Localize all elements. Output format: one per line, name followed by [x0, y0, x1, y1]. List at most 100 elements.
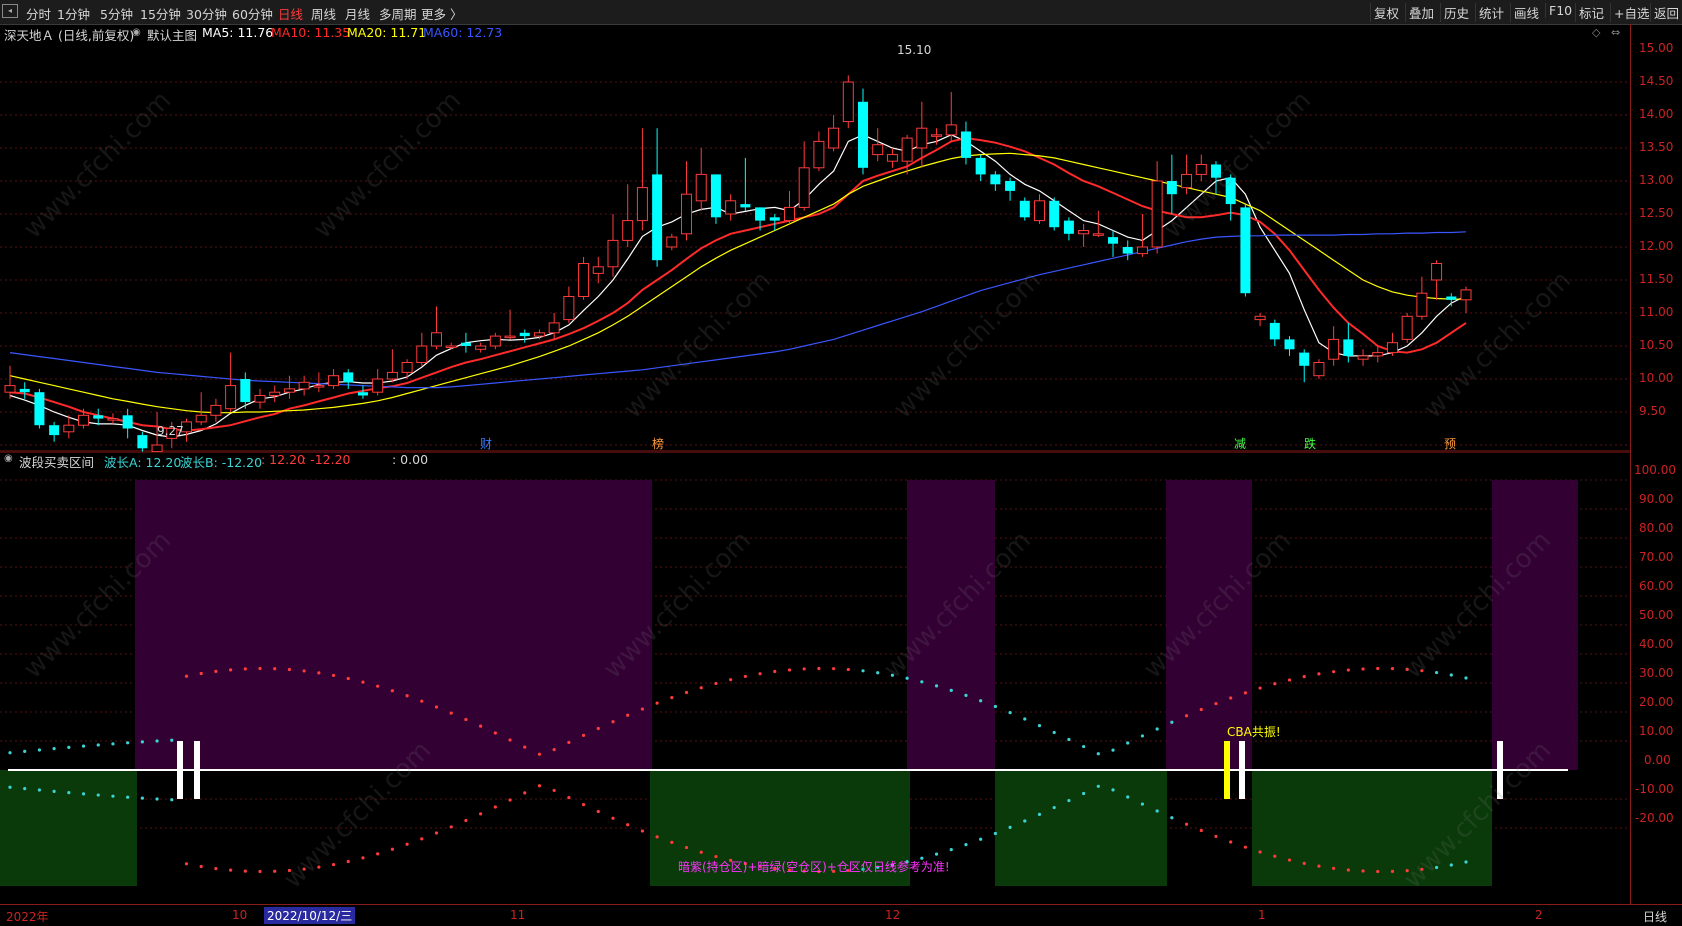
- period-tab-30min[interactable]: 30分钟: [186, 4, 227, 23]
- indicator-legend-a: 波长A: 12.20: [104, 455, 182, 470]
- date-axis: 2022年 10 2022/10/12/三 11 12 1 2 日线: [0, 904, 1682, 926]
- period-label[interactable]: 日线: [1643, 908, 1667, 925]
- candle-body-up: [1357, 355, 1369, 360]
- period-tab-fenshi[interactable]: 分时: [26, 4, 51, 23]
- stats-button[interactable]: 统计: [1475, 3, 1507, 22]
- candle-body-down: [1122, 247, 1133, 254]
- candle-body-down: [1269, 322, 1280, 340]
- wave-dot-upper: [434, 705, 439, 709]
- wave-dot-upper: [846, 667, 850, 672]
- candle-body-up: [78, 414, 90, 426]
- wave-dot-lower: [537, 784, 542, 788]
- candle-body-up: [386, 371, 398, 380]
- wave-dot-upper: [1258, 686, 1262, 690]
- cursor-date-label: 2022/10/12/三: [264, 907, 356, 924]
- candle-body-up: [431, 332, 443, 347]
- period-tab-monthly[interactable]: 月线: [345, 4, 370, 23]
- wave-dot-upper: [1082, 744, 1086, 749]
- wave-dot-upper: [699, 686, 703, 690]
- draw-button[interactable]: 画线: [1510, 3, 1542, 22]
- indicator-title: 波段买卖区间: [19, 455, 95, 470]
- period-tab-daily[interactable]: 日线: [278, 4, 303, 23]
- wave-dot-lower: [199, 864, 203, 869]
- mark-button[interactable]: 标记: [1575, 3, 1607, 22]
- wave-dot-lower: [1464, 860, 1468, 864]
- candle-body-down: [990, 174, 1001, 185]
- period-tab-15min[interactable]: 15分钟: [140, 4, 181, 23]
- event-marker-die[interactable]: 跌: [1304, 435, 1316, 452]
- candle-body-up: [1181, 173, 1193, 189]
- wave-dot-upper: [376, 684, 380, 688]
- low-price-label: 9.27: [157, 424, 184, 438]
- wave-dot-lower: [126, 795, 130, 799]
- candle-body-down: [858, 101, 869, 168]
- wave-dot-upper: [640, 707, 645, 711]
- holding-zone: [907, 480, 995, 770]
- candle-body-up: [107, 418, 119, 421]
- main-price-chart[interactable]: 深天地Ａ (日线,前复权) ◉ 默认主图 MA5: 11.76 MA10: 11…: [0, 24, 1630, 461]
- wave-dot-upper: [1317, 672, 1321, 676]
- candle-body-up: [254, 395, 266, 403]
- add-watchlist-button[interactable]: +自选: [1610, 3, 1652, 22]
- wave-dot-upper: [611, 720, 615, 724]
- wave-dot-upper: [1126, 741, 1130, 745]
- period-tab-multi[interactable]: 多周期: [379, 4, 417, 23]
- candle-body-up: [1460, 289, 1472, 301]
- candle-body-down: [740, 204, 751, 208]
- wave-dot-upper: [8, 751, 12, 755]
- wave-dot-lower: [1155, 809, 1159, 813]
- ind-y-tick: 30.00: [1639, 666, 1674, 680]
- f10-button[interactable]: F10: [1545, 3, 1575, 18]
- indicator-menu-icon[interactable]: ◉: [4, 453, 13, 464]
- wave-dot-upper: [317, 671, 321, 675]
- empty-zone: [0, 770, 137, 886]
- history-button[interactable]: 历史: [1440, 3, 1472, 22]
- candle-body-up: [783, 206, 795, 222]
- wave-dot-upper: [1067, 737, 1071, 742]
- period-tab-5min[interactable]: 5分钟: [100, 4, 133, 23]
- diamond-icon[interactable]: ◇: [1592, 26, 1600, 39]
- template-label[interactable]: 默认主图: [147, 25, 197, 44]
- period-tab-weekly[interactable]: 周线: [311, 4, 336, 23]
- settings-circle-icon[interactable]: ◉: [132, 27, 141, 38]
- period-tab-more[interactable]: 更多 〉: [421, 4, 462, 23]
- y-tick: 10.50: [1639, 338, 1674, 352]
- wave-dot-lower: [1082, 791, 1086, 796]
- y-tick: 12.00: [1639, 239, 1674, 253]
- wave-dot-lower: [1317, 864, 1321, 868]
- event-marker-jian[interactable]: 减: [1234, 435, 1246, 452]
- candle-body-up: [828, 127, 840, 149]
- adjust-button[interactable]: 复权: [1370, 3, 1402, 22]
- wave-dot-upper: [1184, 714, 1189, 718]
- candle-body-down: [1299, 352, 1310, 366]
- ma10-legend: MA10: 11.35: [271, 25, 351, 40]
- wave-dot-lower: [1037, 812, 1042, 816]
- candle-body-up: [681, 193, 693, 235]
- period-tab-1min[interactable]: 1分钟: [57, 4, 90, 23]
- date-label-year: 2022年: [6, 910, 49, 924]
- wave-dot-upper: [479, 724, 483, 728]
- candle-body-down: [460, 342, 471, 346]
- overlay-button[interactable]: 叠加: [1405, 3, 1437, 22]
- event-marker-cai[interactable]: 财: [480, 435, 492, 452]
- wave-dot-lower: [1405, 869, 1409, 873]
- event-marker-yu[interactable]: 预: [1444, 435, 1456, 452]
- candle-body-down: [1108, 237, 1119, 244]
- wave-dot-lower: [287, 868, 292, 873]
- indicator-chart[interactable]: ◉ 波段买卖区间 波长A: 12.20 波长B: -12.20 : 12.20 …: [0, 451, 1630, 904]
- wave-dot-upper: [96, 743, 100, 747]
- candle-body-up: [666, 236, 678, 248]
- candle-body-down: [960, 131, 971, 158]
- candle-body-up: [1431, 263, 1443, 281]
- wave-dot-upper: [214, 669, 218, 673]
- back-arrow-icon[interactable]: ◂: [2, 4, 18, 18]
- ind-y-tick: -10.00: [1635, 782, 1674, 796]
- wave-dot-upper: [1449, 673, 1453, 677]
- wave-dot-upper: [302, 669, 306, 673]
- return-button[interactable]: 返回: [1650, 3, 1682, 22]
- expand-arrows-icon[interactable]: ⇔: [1611, 26, 1620, 39]
- period-tab-60min[interactable]: 60分钟: [232, 4, 273, 23]
- wave-dot-upper: [581, 733, 586, 737]
- wave-dot-upper: [802, 667, 806, 671]
- event-marker-bang[interactable]: 榜: [652, 435, 664, 452]
